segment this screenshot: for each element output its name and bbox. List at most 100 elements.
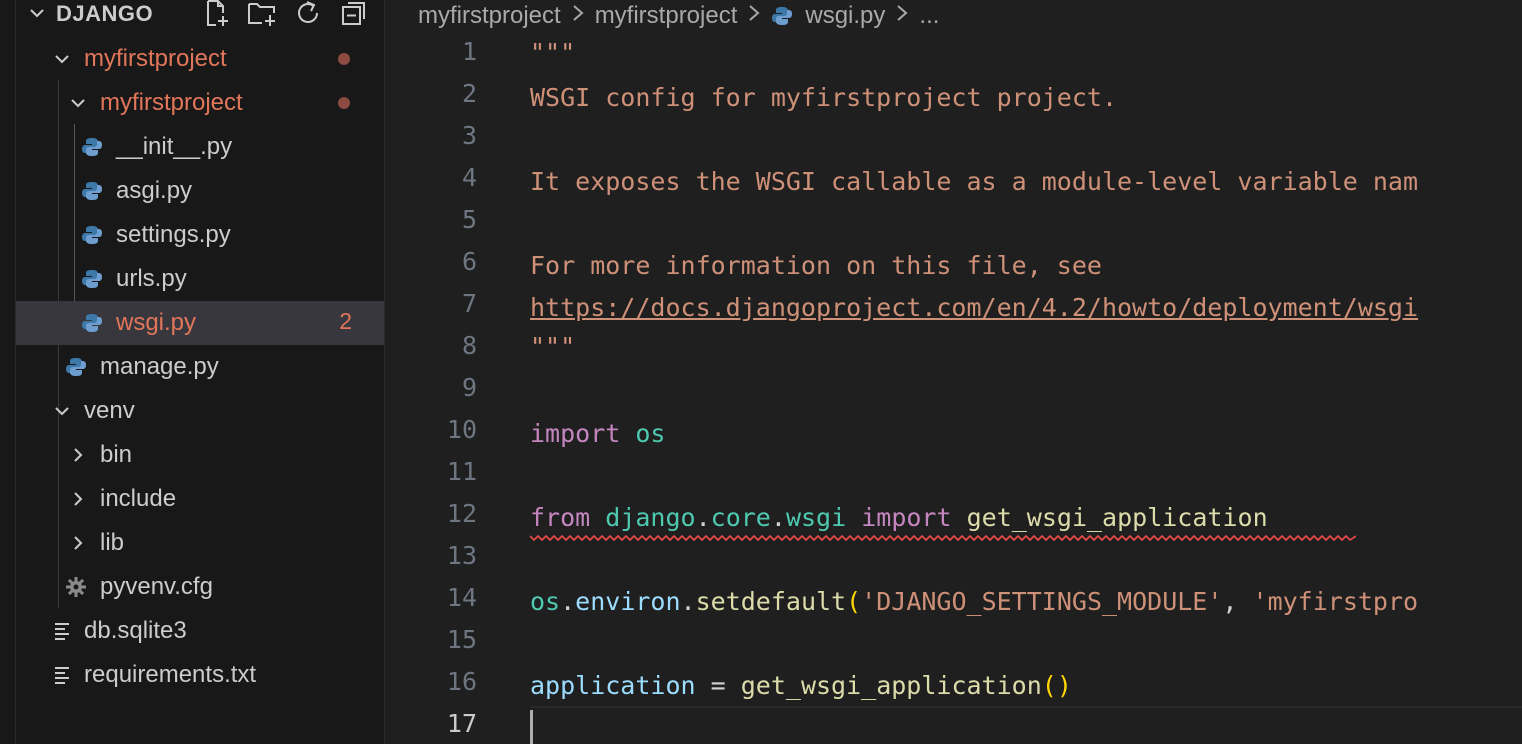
tree-folder-lib[interactable]: lib (16, 521, 384, 565)
assign-operator: = (695, 671, 741, 700)
code-line-16: application = get_wsgi_application() (530, 665, 1072, 707)
module-name: core (710, 503, 771, 532)
python-file-icon (82, 314, 102, 332)
gear-icon (66, 577, 86, 597)
breadcrumb-item[interactable]: wsgi.py (805, 2, 885, 30)
tree-label: requirements.txt (84, 661, 257, 688)
modified-dot (338, 53, 350, 65)
code-line-8: """ (530, 332, 576, 361)
paren: () (1041, 671, 1072, 700)
breadcrumb-item[interactable]: myfirstproject (418, 2, 561, 30)
code-line-12: from django.core.wsgi import get_wsgi_ap… (530, 497, 1268, 539)
chevron-down-icon (55, 55, 69, 64)
tree-label: asgi.py (116, 177, 193, 204)
tree-label: venv (84, 397, 135, 424)
tree-file-db[interactable]: db.sqlite3 (16, 609, 384, 653)
python-file-icon (82, 182, 102, 200)
function-name: get_wsgi_application (740, 671, 1042, 700)
module-name: os (530, 587, 561, 616)
line-number: 1 (461, 37, 477, 66)
string-literal: 'myfirstpro (1252, 587, 1419, 616)
chevron-down-icon (55, 407, 69, 416)
line-number: 6 (461, 247, 477, 276)
chevron-down-icon[interactable] (26, 2, 48, 24)
dot-operator: . (695, 503, 711, 532)
python-file-icon (82, 270, 102, 288)
collapse-all-icon[interactable] (338, 0, 370, 28)
line-number: 2 (461, 79, 477, 108)
code-editor[interactable]: myfirstproject myfirstproject wsgi.py ..… (385, 0, 1522, 744)
line-number-active: 17 (446, 709, 477, 738)
tree-label: include (100, 485, 177, 512)
line-number: 3 (461, 121, 477, 150)
line-number: 16 (446, 667, 477, 696)
chevron-right-icon (74, 536, 83, 550)
current-line-highlight (530, 706, 1522, 744)
line-number: 15 (446, 625, 477, 654)
line-number: 10 (446, 415, 477, 444)
tree-file-manage[interactable]: manage.py (16, 345, 384, 389)
tree-label: urls.py (116, 265, 187, 292)
tree-label: manage.py (100, 353, 219, 380)
tree-label: db.sqlite3 (84, 617, 187, 644)
tree-label: pyvenv.cfg (100, 573, 213, 600)
module-name: os (635, 419, 666, 448)
dot-operator: . (560, 587, 576, 616)
refresh-icon[interactable] (292, 0, 324, 28)
tree-folder-venv[interactable]: venv (16, 389, 384, 433)
tree-label: bin (100, 441, 133, 468)
chevron-down-icon (71, 99, 85, 108)
activity-bar-edge (0, 0, 16, 744)
explorer-header[interactable]: DJANGO (16, 0, 384, 30)
line-number: 7 (461, 289, 477, 318)
keyword: from (530, 503, 591, 532)
chevron-right-icon (743, 2, 765, 30)
keyword: import (861, 503, 952, 532)
breadcrumb-item[interactable]: myfirstproject (595, 2, 738, 30)
new-file-icon[interactable] (200, 0, 232, 28)
keyword: import (530, 419, 621, 448)
tree-label: myfirstproject (100, 89, 243, 116)
tree-file-wsgi[interactable]: wsgi.py 2 (16, 301, 384, 345)
module-name: wsgi (785, 503, 847, 532)
tree-folder-bin[interactable]: bin (16, 433, 384, 477)
tree-file-init[interactable]: __init__.py (16, 125, 384, 169)
tree-folder-include[interactable]: include (16, 477, 384, 521)
tree-folder-myfirstproject-inner[interactable]: myfirstproject (16, 81, 384, 125)
python-file-icon (66, 358, 86, 376)
tree-folder-myfirstproject[interactable]: myfirstproject (16, 37, 384, 81)
tree-file-settings[interactable]: settings.py (16, 213, 384, 257)
line-number: 14 (446, 583, 477, 612)
tree-label: __init__.py (116, 133, 233, 160)
text-cursor (530, 710, 533, 744)
code-line-14: os.environ.setdefault('DJANGO_SETTINGS_M… (530, 581, 1418, 623)
explorer-sidebar: DJANGO myfirstproject myfirstproject __i… (16, 0, 385, 744)
module-name: django (605, 503, 696, 532)
tree-file-pyvenv[interactable]: pyvenv.cfg (16, 565, 384, 609)
python-file-icon (82, 138, 102, 156)
chevron-right-icon (74, 492, 83, 506)
function-name: setdefault (695, 587, 847, 616)
breadcrumb: myfirstproject myfirstproject wsgi.py ..… (418, 0, 939, 32)
line-number: 9 (461, 373, 477, 402)
line-number: 11 (446, 457, 477, 486)
paren: ( (846, 587, 862, 616)
tree-file-asgi[interactable]: asgi.py (16, 169, 384, 213)
line-number: 8 (461, 331, 477, 360)
modified-dot (338, 97, 350, 109)
breadcrumb-item[interactable]: ... (919, 2, 939, 30)
line-number: 13 (446, 541, 477, 570)
text-file-icon (55, 623, 69, 640)
new-folder-icon[interactable] (246, 0, 278, 28)
line-number: 5 (461, 205, 477, 234)
tree-file-urls[interactable]: urls.py (16, 257, 384, 301)
chevron-right-icon (891, 2, 913, 30)
tree-label: settings.py (116, 221, 231, 248)
line-number: 12 (446, 499, 477, 528)
tree-file-requirements[interactable]: requirements.txt (16, 653, 384, 697)
dot-operator: . (680, 587, 696, 616)
comma: , (1222, 587, 1253, 616)
string-literal: 'DJANGO_SETTINGS_MODULE' (861, 587, 1223, 616)
function-name: get_wsgi_application (966, 503, 1268, 532)
code-line-7-link[interactable]: https://docs.djangoproject.com/en/4.2/ho… (530, 287, 1418, 329)
